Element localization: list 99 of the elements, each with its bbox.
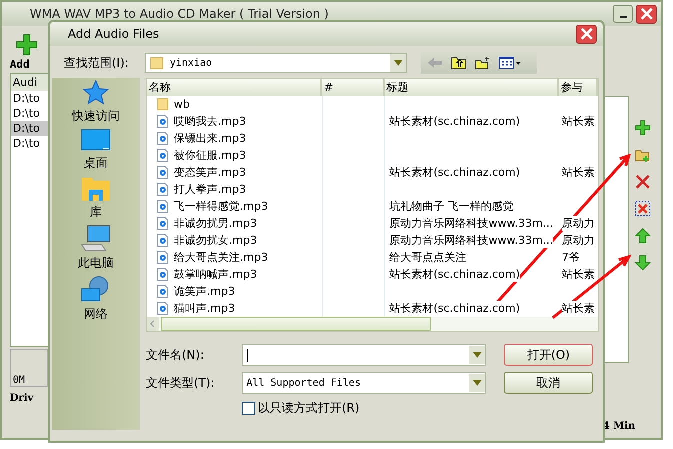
file-name-label: 文件名(N): [146,346,206,364]
audio-file-icon [157,200,169,213]
folder-icon [81,176,111,202]
close-icon [580,27,594,41]
title-cell: 站长素材(sc.chinaz.com) [390,165,520,180]
title-cell: 站长素材(sc.chinaz.com) [390,267,520,282]
list-item[interactable]: D:\to [11,106,49,121]
audio-file-icon [157,183,169,196]
caret-icon [472,380,482,386]
network-icon [81,276,111,304]
drive-label: Driv [10,393,34,404]
artist-cell: 原动力 [562,233,595,248]
file-name-cell[interactable]: 飞一样得感觉.mp3 [147,198,322,215]
column-header[interactable]: Audi [11,74,49,91]
title-cell: 原动力音乐网络科技www.33m... [390,216,554,231]
window-title: WMA WAV MP3 to Audio CD Maker ( Trial Version ) [30,7,329,21]
audio-file-icon [157,285,169,298]
computer-icon [81,225,111,253]
title-cell: 站长素材(sc.chinaz.com) [390,301,520,316]
folder-icon [150,56,164,70]
artist-cell: 站长素 [562,301,595,316]
artist-cell: 站长素 [562,267,595,282]
caret-icon [394,60,402,66]
view-menu-icon[interactable] [499,57,523,69]
up-arrow-icon[interactable] [635,228,651,244]
star-icon [83,80,109,106]
list-item[interactable]: D:\to [11,121,49,136]
file-type-label: 文件类型(T): [146,374,216,392]
file-name-cell[interactable]: 保镖出来.mp3 [147,130,322,147]
read-only-label: 以只读方式打开(R) [258,400,360,417]
places-item[interactable]: 网络 [81,276,111,323]
place-label: 库 [90,204,102,221]
place-label: 桌面 [84,155,108,172]
column-header[interactable]: 参与 [558,79,598,96]
audio-file-icon [157,302,169,315]
file-name-cell[interactable]: 变态笑声.mp3 [147,164,322,181]
file-name-cell[interactable]: 猫叫声.mp3 [147,300,322,317]
column-header[interactable]: 名称 [147,79,322,96]
up-folder-icon[interactable] [451,56,467,70]
audio-file-icon [157,132,169,145]
list-item[interactable]: D:\to [11,91,49,106]
new-folder-icon[interactable] [475,56,491,70]
list-item[interactable]: D:\to [11,136,49,151]
close-button[interactable] [576,24,597,44]
monitor-icon [81,129,111,153]
look-in-dropdown[interactable]: yinxiao [145,53,407,73]
file-name-cell[interactable]: 鼓掌呐喊声.mp3 [147,266,322,283]
places-item[interactable]: 库 [81,176,111,221]
audio-file-icon [157,217,169,230]
file-name-field[interactable] [242,344,486,366]
title-cell: 原动力音乐网络科技www.33m... [390,233,554,248]
file-name-cell[interactable]: 给大哥点关注.mp3 [147,249,322,266]
look-in-label: 查找范围(I): [64,54,130,72]
places-item[interactable]: 桌面 [81,129,111,172]
artist-cell: 站长素 [562,165,595,180]
title-cell: 坑礼物曲子 飞一样的感觉 [390,199,514,214]
close-icon [640,7,654,21]
title-cell: 给大哥点点关注 [390,250,467,265]
caret-icon [472,352,482,358]
file-name-cell[interactable]: 诡笑声.mp3 [147,283,322,300]
audio-file-icon [157,251,169,264]
size-reading: 0M [13,375,26,386]
artist-cell: 站长素 [562,114,595,129]
file-type-dropdown[interactable]: All Supported Files [242,372,486,394]
audio-file-icon [157,149,169,162]
file-name-cell[interactable]: 非诚勿扰男.mp3 [147,215,322,232]
file-name-cell[interactable]: wb [147,96,322,113]
artist-cell: 7爷 [562,250,580,265]
places-item[interactable]: 快速访问 [72,80,120,125]
file-name-cell[interactable]: 打人拳声.mp3 [147,181,322,198]
cancel-button[interactable]: 取消 [504,372,593,394]
add-label: Add [10,58,30,71]
dialog-title: Add Audio Files [68,27,160,41]
file-name-cell[interactable]: 被你征服.mp3 [147,147,322,164]
file-name-cell[interactable]: 非诚勿扰女.mp3 [147,232,322,249]
place-label: 快速访问 [72,108,120,125]
clear-icon[interactable] [635,201,651,217]
title-cell: 站长素材(sc.chinaz.com) [390,114,520,129]
audio-file-icon [157,166,169,179]
open-button[interactable]: 打开(O) [504,344,593,366]
column-header[interactable]: 标题 [384,79,559,96]
audio-file-icon [157,115,169,128]
plus-icon[interactable] [16,34,38,56]
folder-icon [157,98,169,111]
place-label: 此电脑 [78,255,114,272]
artist-cell: 原动力 [562,216,595,231]
place-label: 网络 [84,306,108,323]
down-arrow-icon[interactable] [635,255,651,271]
audio-file-icon [157,234,169,247]
minimize-button[interactable] [613,4,633,22]
delete-icon[interactable] [635,174,651,190]
read-only-checkbox[interactable] [242,402,255,415]
scrollbar-thumb[interactable] [161,317,431,331]
column-header[interactable]: # [322,79,385,96]
close-button[interactable] [636,4,657,24]
audio-file-icon [157,268,169,281]
places-item[interactable]: 此电脑 [78,225,114,272]
plus-icon[interactable] [635,120,651,136]
file-name-cell[interactable]: 哎哟我去.mp3 [147,113,322,130]
